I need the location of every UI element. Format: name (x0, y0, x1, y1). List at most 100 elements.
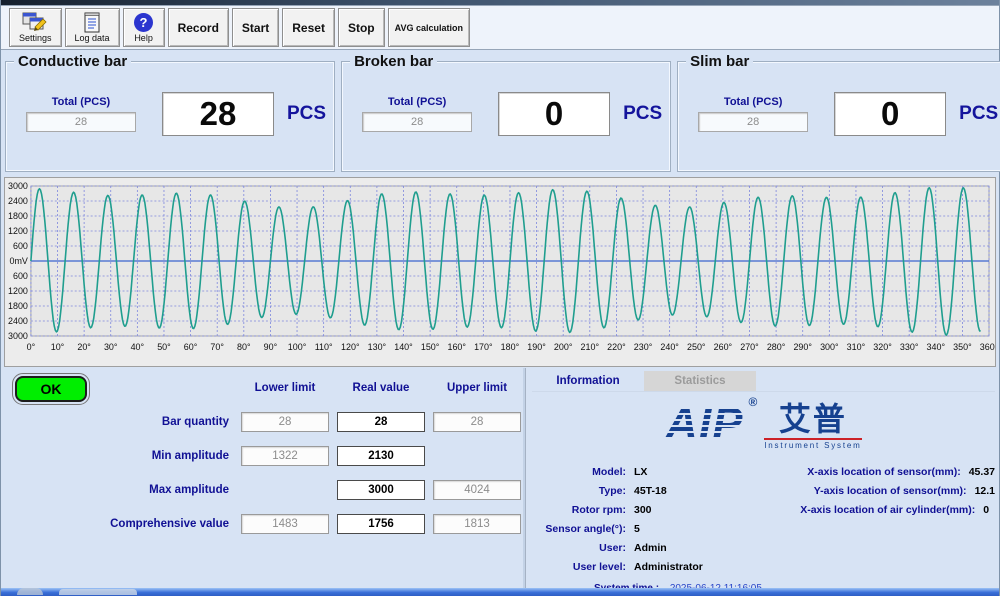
total-label: Total (PCS) (26, 96, 136, 108)
svg-text:2400: 2400 (8, 316, 28, 326)
min-amplitude-real-input[interactable]: 2130 (337, 446, 425, 466)
bottom-row: OK Lower limitReal valueUpper limitBar q… (1, 368, 999, 588)
sensor-angle-label: Sensor angle(°): (530, 522, 626, 536)
svg-text:3000: 3000 (8, 181, 28, 191)
svg-text:60°: 60° (184, 342, 198, 352)
svg-text:1200: 1200 (8, 286, 28, 296)
bar-quantity-upper-input[interactable]: 28 (433, 412, 521, 432)
log-data-label: Log data (75, 33, 110, 43)
ok-status-button[interactable]: OK (15, 376, 87, 402)
tab-statistics[interactable]: Statistics (644, 371, 756, 391)
info-field-row: Model:LX (530, 465, 739, 479)
svg-text:130°: 130° (368, 342, 387, 352)
user-label: User: (530, 541, 626, 555)
stop-button[interactable]: Stop (338, 8, 385, 47)
real-value-header: Real value (337, 382, 425, 398)
total-label: Total (PCS) (362, 96, 472, 108)
reset-button[interactable]: Reset (282, 8, 335, 47)
settings-button[interactable]: Settings (9, 8, 62, 47)
total-stack: Total (PCS) 28 (26, 96, 136, 132)
svg-text:120°: 120° (341, 342, 360, 352)
svg-text:180°: 180° (501, 342, 520, 352)
x-axis-location-of-air-cylinder-mm-value: 0 (983, 503, 989, 517)
svg-text:190°: 190° (527, 342, 546, 352)
svg-text:170°: 170° (474, 342, 493, 352)
tab-information[interactable]: Information (532, 371, 644, 391)
svg-text:50°: 50° (157, 342, 171, 352)
svg-text:30°: 30° (104, 342, 118, 352)
svg-text:230°: 230° (634, 342, 653, 352)
logdata-icon (82, 12, 102, 32)
start-label: Start (242, 21, 269, 35)
svg-text:280°: 280° (767, 342, 786, 352)
unit-label: PCS (959, 103, 998, 125)
svg-text:1200: 1200 (8, 226, 28, 236)
svg-text:310°: 310° (847, 342, 866, 352)
status-indicator-ring: OK (12, 373, 90, 405)
type-value: 45T-18 (634, 484, 667, 498)
comprehensive-value-lower-input[interactable]: 1483 (241, 514, 329, 534)
slim-bar-panel: Slim barTotal (PCS)280PCS (677, 61, 1000, 172)
total-input[interactable]: 28 (698, 112, 808, 132)
svg-text:20°: 20° (77, 342, 91, 352)
svg-text:1800: 1800 (8, 211, 28, 221)
bar-quantity-lower-input[interactable]: 28 (241, 412, 329, 432)
panel-title: Conductive bar (14, 53, 131, 70)
svg-text:290°: 290° (793, 342, 812, 352)
logo-subtitle: Instrument System (764, 441, 861, 450)
start-button[interactable]: Start (232, 8, 279, 47)
svg-text:300°: 300° (820, 342, 839, 352)
svg-text:80°: 80° (237, 342, 251, 352)
info-fields-left: Model:LX Type:45T-18 Rotor rpm:300 Sensor a… (530, 465, 739, 579)
info-field-row: User:Admin (530, 541, 739, 555)
results-table: Lower limitReal valueUpper limitBar quan… (9, 382, 525, 534)
info-field-row: Rotor rpm:300 (530, 503, 739, 517)
comprehensive-value-upper-input[interactable]: 1813 (433, 514, 521, 534)
svg-text:200°: 200° (554, 342, 573, 352)
count-display: 0 (834, 92, 946, 136)
min-amplitude-lower-input[interactable]: 1322 (241, 446, 329, 466)
logo-aip-text: AIP (663, 397, 745, 451)
count-display: 28 (162, 92, 274, 136)
svg-text:220°: 220° (607, 342, 626, 352)
settings-label: Settings (19, 33, 52, 43)
total-stack: Total (PCS)28 (698, 96, 808, 132)
x-axis-location-of-sensor-mm-label: X-axis location of sensor(mm): (739, 465, 960, 479)
svg-text:340°: 340° (927, 342, 946, 352)
svg-text:260°: 260° (714, 342, 733, 352)
comprehensive-value-real-input[interactable]: 1756 (337, 514, 425, 534)
help-button[interactable]: ?Help (123, 8, 165, 47)
info-field-row: Type:45T-18 (530, 484, 739, 498)
log-data-button[interactable]: Log data (65, 8, 120, 47)
svg-text:600: 600 (13, 241, 28, 251)
svg-text:330°: 330° (900, 342, 919, 352)
bar-quantity-real-input[interactable]: 28 (337, 412, 425, 432)
record-button[interactable]: Record (168, 8, 229, 47)
bar-quantity-label: Bar quantity (9, 412, 233, 432)
svg-text:150°: 150° (421, 342, 440, 352)
waveform-chart: 0°10°20°30°40°50°60°70°80°90°100°110°120… (4, 177, 996, 367)
user-level-label: User level: (530, 560, 626, 574)
total-stack: Total (PCS) 28 (362, 96, 472, 132)
svg-text:210°: 210° (581, 342, 600, 352)
svg-text:0mV: 0mV (9, 256, 27, 266)
total-input[interactable]: 28 (362, 112, 472, 132)
svg-text:160°: 160° (447, 342, 466, 352)
unit-label: PCS (287, 103, 326, 125)
help-icon: ? (133, 12, 154, 32)
info-field-row: Sensor angle(°):5 (530, 522, 739, 536)
logo-cn-text: 艾普 (779, 401, 847, 437)
svg-text:270°: 270° (740, 342, 759, 352)
broken-bar-panel: Broken barTotal (PCS)280PCS (341, 61, 671, 172)
avg-calculation-button[interactable]: AVG calculation (388, 8, 470, 47)
info-fields: Model:LX Type:45T-18 Rotor rpm:300 Sensor a… (530, 465, 995, 579)
svg-text:250°: 250° (687, 342, 706, 352)
max-amplitude-real-input[interactable]: 3000 (337, 480, 425, 500)
max-amplitude-upper-input[interactable]: 4024 (433, 480, 521, 500)
total-input[interactable]: 28 (26, 112, 136, 132)
logo-red-line (764, 438, 861, 440)
svg-text:?: ? (140, 15, 148, 30)
svg-text:350°: 350° (953, 342, 972, 352)
svg-text:140°: 140° (394, 342, 413, 352)
avg-calculation-label: AVG calculation (395, 23, 463, 33)
